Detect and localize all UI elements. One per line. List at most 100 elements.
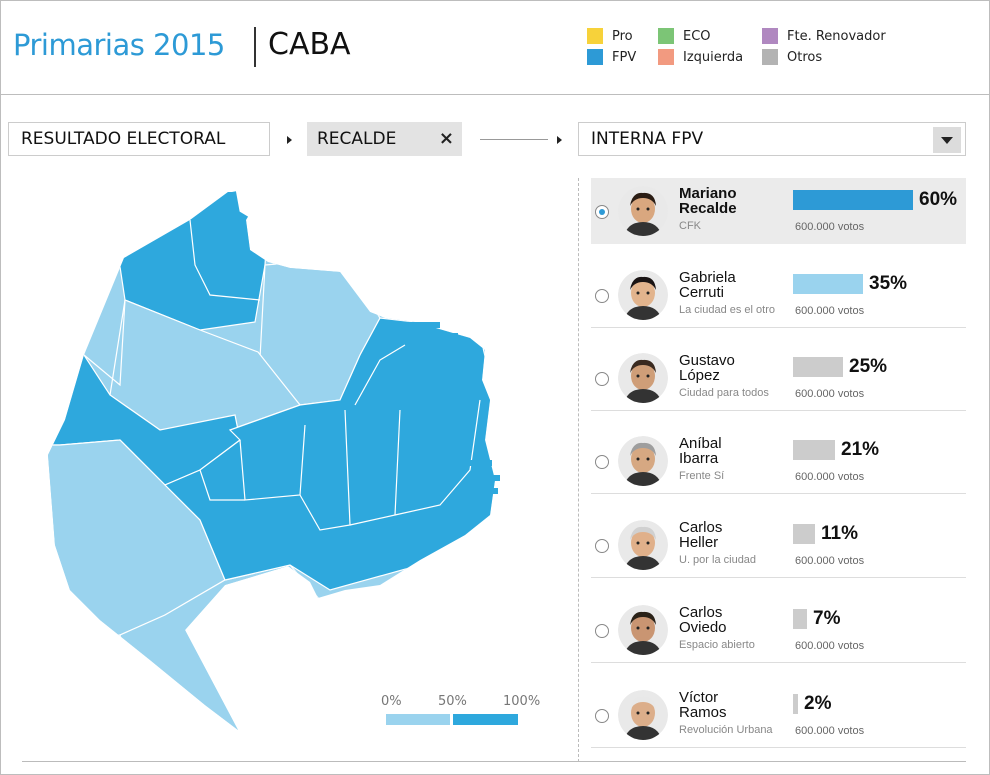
vote-share-percent: 7% [813,608,841,629]
legend-swatch [587,49,603,65]
vote-share-percent: 25% [849,356,888,377]
vote-share-percent: 21% [841,439,880,460]
scale-label-0: 0% [381,694,402,709]
candidate-radio[interactable] [595,624,609,638]
avatar-icon [618,436,668,486]
panel-divider [578,178,579,762]
vote-count: 600.000 votos [795,725,865,737]
candidate-name: Mariano Recalde [679,186,789,216]
legend-item-izquierda: Izquierda [658,49,743,65]
candidate-radio[interactable] [595,205,609,219]
vote-count: 600.000 votos [795,305,865,317]
avatar-icon [618,353,668,403]
legend-item-fpv: FPV [587,49,636,65]
legend-label: Otros [787,49,823,65]
candidate-name: Carlos Heller [679,520,789,550]
breadcrumb-arrow-icon [557,136,562,144]
avatar-icon [618,690,668,740]
vote-share-bar [793,694,798,714]
interna-label: INTERNA FPV [591,129,704,149]
candidate-name: Víctor Ramos [679,690,789,720]
title-divider [254,27,256,67]
candidate-last-name: Recalde [679,200,737,217]
candidate-filter-chip[interactable]: RECALDE × [307,122,462,156]
candidate-filter-label: RECALDE [317,129,397,149]
vote-share-percent: 11% [821,523,858,544]
page-subtitle: CABA [268,27,351,62]
legend-item-fte-renovador: Fte. Renovador [762,28,886,44]
candidate-last-name: Ramos [679,704,727,721]
vote-count: 600.000 votos [795,471,865,483]
candidate-party: Ciudad para todos [679,387,769,399]
chevron-down-icon[interactable] [933,127,961,153]
avatar-icon [618,270,668,320]
vote-share-percent: 2% [804,693,832,714]
page-title: Primarias 2015 [13,28,225,62]
candidate-party: Frente Sí [679,470,725,482]
legend-item-eco: ECO [658,28,711,44]
result-type-label: RESULTADO ELECTORAL [21,129,226,149]
vote-count: 600.000 votos [795,555,865,567]
vote-share-bar [793,524,815,544]
candidate-last-name: Heller [679,534,719,551]
scale-swatch-light [386,714,450,725]
candidate-row[interactable]: Víctor Ramos Revolución Urbana 2% 600.000 … [591,682,966,748]
candidate-row[interactable]: Gustavo López Ciudad para todos 25% 600.00… [591,345,966,411]
legend-label: FPV [612,49,637,65]
candidate-row[interactable]: Gabriela Cerruti La ciudad es el otro 35%… [591,262,966,328]
candidate-radio[interactable] [595,709,609,723]
vote-share-bar [793,609,807,629]
avatar-icon [618,186,668,236]
candidate-row[interactable]: Aníbal Ibarra Frente Sí 21% 600.000 votos [591,428,966,494]
candidate-row[interactable]: Carlos Oviedo Espacio abierto 7% 600.000 v… [591,597,966,663]
close-icon[interactable]: × [439,128,454,149]
map-coast-north [228,191,249,224]
vote-share-bar [793,357,843,377]
vote-share-percent: 60% [919,189,958,210]
legend-label: Izquierda [683,49,744,65]
candidate-radio[interactable] [595,539,609,553]
candidate-radio[interactable] [595,455,609,469]
legend-label: Fte. Renovador [787,28,886,44]
scale-label-50: 50% [438,694,467,709]
vote-share-bar [793,274,863,294]
candidate-last-name: Ibarra [679,450,719,467]
result-type-dropdown[interactable]: RESULTADO ELECTORAL [8,122,270,156]
vote-count: 600.000 votos [795,388,865,400]
legend-swatch [658,49,674,65]
avatar-icon [618,605,668,655]
candidate-name: Gabriela Cerruti [679,270,789,300]
candidate-radio[interactable] [595,289,609,303]
candidate-row[interactable]: Carlos Heller U. por la ciudad 11% 600.000… [591,512,966,578]
candidate-party: La ciudad es el otro [679,304,776,316]
scale-label-100: 100% [503,694,541,709]
candidate-row[interactable]: Mariano Recalde CFK 60% 600.000 votos [591,178,966,244]
avatar-icon [618,520,668,570]
candidate-name: Aníbal Ibarra [679,436,789,466]
legend-swatch [762,28,778,44]
breadcrumb-arrow-icon [287,136,292,144]
candidate-last-name: Cerruti [679,284,725,301]
legend-swatch [658,28,674,44]
vote-count: 600.000 votos [795,221,865,233]
legend-label: Pro [612,28,633,44]
candidate-party: CFK [679,220,701,232]
candidate-party: Revolución Urbana [679,724,773,736]
caba-map [48,191,500,730]
candidate-last-name: Oviedo [679,619,727,636]
legend-swatch [587,28,603,44]
candidate-radio[interactable] [595,372,609,386]
legend-label: ECO [683,28,711,44]
vote-share-bar [793,190,913,210]
legend-item-otros: Otros [762,49,822,65]
candidate-party: U. por la ciudad [679,554,757,566]
interna-dropdown[interactable]: INTERNA FPV [578,122,966,156]
legend-item-pro: Pro [587,28,633,44]
connector-line [480,139,548,140]
candidate-name: Gustavo López [679,353,789,383]
header: Primarias 2015 CABA Pro FPV ECO Izquierd… [0,0,990,95]
vote-count: 600.000 votos [795,640,865,652]
vote-share-percent: 35% [869,273,908,294]
bottom-divider [22,761,966,762]
vote-share-bar [793,440,835,460]
